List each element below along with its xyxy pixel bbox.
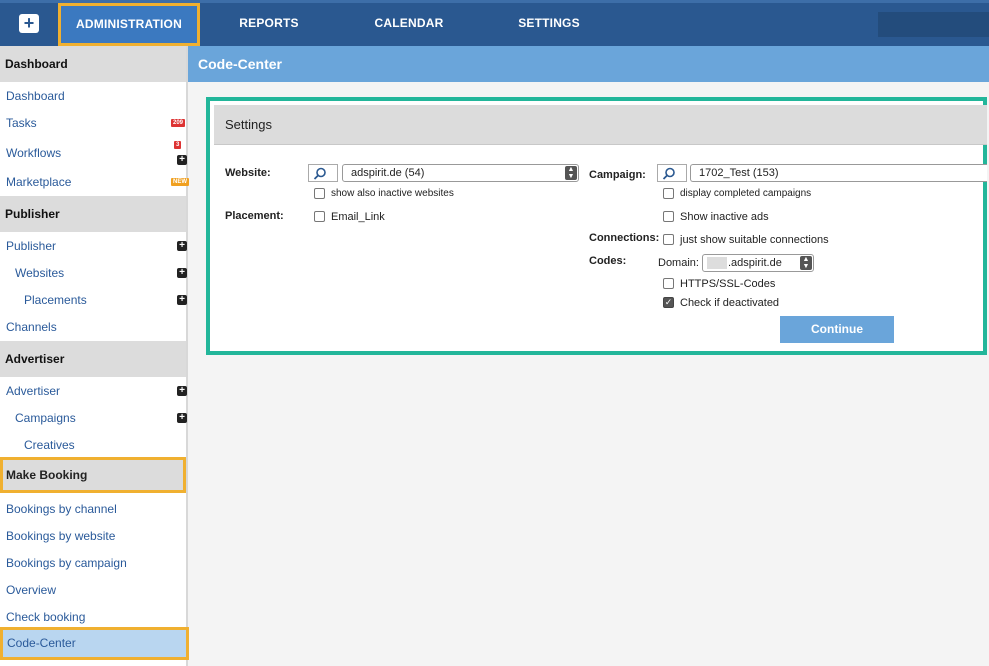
workflows-count-badge: 3: [174, 141, 182, 149]
chevron-updown-icon: ▲ ▼: [800, 256, 812, 270]
sidebar-item-check-booking[interactable]: Check booking: [6, 609, 85, 625]
sidebar-item-overview[interactable]: Overview: [6, 582, 56, 598]
top-navigation-bar: + ADMINISTRATION REPORTS CALENDAR SETTIN…: [0, 0, 989, 46]
nav-reports[interactable]: REPORTS: [222, 3, 316, 46]
show-inactive-websites-checkbox[interactable]: [314, 188, 325, 199]
page-title: Code-Center: [188, 46, 989, 82]
settings-panel-title: Settings: [214, 105, 987, 145]
publisher-expand-icon[interactable]: +: [177, 241, 187, 251]
campaign-select[interactable]: 1702_Test (153): [690, 164, 987, 182]
codes-label: Codes:: [589, 255, 627, 267]
campaign-search-button[interactable]: [657, 164, 687, 182]
check-if-deactivated-checkbox[interactable]: ✓: [663, 297, 674, 308]
marketplace-new-badge: NEW: [171, 178, 189, 186]
sidebar-item-workflows[interactable]: Workflows: [6, 145, 61, 161]
check-if-deactivated-label: Check if deactivated: [680, 297, 780, 309]
campaign-select-value: 1702_Test (153): [699, 167, 779, 179]
placements-expand-icon[interactable]: +: [177, 295, 187, 305]
sidebar-item-code-center[interactable]: Code-Center: [0, 627, 189, 660]
show-inactive-ads-checkbox[interactable]: [663, 211, 674, 222]
domain-select-value: .adspirit.de: [728, 257, 782, 269]
sidebar-section-make-booking: Make Booking: [0, 457, 186, 493]
tasks-count-badge: 209: [171, 119, 186, 127]
email-link-label: Email_Link: [331, 211, 385, 223]
nav-calendar[interactable]: CALENDAR: [360, 3, 458, 46]
placement-label: Placement:: [225, 210, 284, 222]
sidebar-item-bookings-by-website[interactable]: Bookings by website: [6, 528, 115, 544]
sidebar-section-dashboard: Dashboard: [0, 46, 186, 82]
sidebar-item-tasks[interactable]: Tasks: [6, 115, 37, 131]
just-suitable-connections-label: just show suitable connections: [680, 234, 829, 246]
sidebar-item-bookings-by-campaign[interactable]: Bookings by campaign: [6, 555, 127, 571]
sidebar-item-creatives[interactable]: Creatives: [24, 437, 75, 453]
campaigns-expand-icon[interactable]: +: [177, 413, 187, 423]
sidebar-section-advertiser: Advertiser: [0, 341, 186, 377]
continue-button[interactable]: Continue: [780, 316, 894, 343]
https-ssl-codes-checkbox[interactable]: [663, 278, 674, 289]
display-completed-campaigns-label: display completed campaigns: [680, 188, 812, 199]
website-select[interactable]: adspirit.de (54) ▲ ▼: [342, 164, 579, 182]
connections-label: Connections:: [589, 232, 660, 244]
website-select-value: adspirit.de (54): [351, 167, 425, 179]
settings-panel: Settings Website: adspirit.de (54) ▲ ▼ sh…: [206, 97, 987, 355]
workflows-expand-icon[interactable]: +: [177, 155, 187, 165]
nav-administration[interactable]: ADMINISTRATION: [58, 3, 200, 46]
sidebar-section-publisher: Publisher: [0, 196, 186, 232]
nav-settings[interactable]: SETTINGS: [502, 3, 596, 46]
domain-select[interactable]: .adspirit.de ▲ ▼: [702, 254, 814, 272]
website-label: Website:: [225, 167, 271, 179]
search-icon: [313, 167, 326, 180]
top-search-field[interactable]: [878, 12, 989, 37]
show-inactive-ads-label: Show inactive ads: [680, 211, 769, 223]
sidebar-item-channels[interactable]: Channels: [6, 319, 57, 335]
websites-expand-icon[interactable]: +: [177, 268, 187, 278]
sidebar-item-publisher[interactable]: Publisher: [6, 238, 56, 254]
sidebar-item-bookings-by-channel[interactable]: Bookings by channel: [6, 501, 117, 517]
email-link-checkbox[interactable]: [314, 211, 325, 222]
just-suitable-connections-checkbox[interactable]: [663, 234, 674, 245]
sidebar-item-dashboard[interactable]: Dashboard: [6, 88, 65, 104]
advertiser-expand-icon[interactable]: +: [177, 386, 187, 396]
sidebar-item-marketplace[interactable]: Marketplace: [6, 174, 71, 190]
campaign-label: Campaign:: [589, 169, 646, 181]
chevron-updown-icon: ▲ ▼: [565, 166, 577, 180]
sidebar-item-advertiser[interactable]: Advertiser: [6, 383, 60, 399]
sidebar-item-websites[interactable]: Websites: [15, 265, 64, 281]
website-search-button[interactable]: [308, 164, 338, 182]
sidebar-item-placements[interactable]: Placements: [24, 292, 87, 308]
domain-label: Domain:: [658, 257, 699, 269]
sidebar-item-campaigns[interactable]: Campaigns: [15, 410, 76, 426]
https-ssl-codes-label: HTTPS/SSL-Codes: [680, 278, 776, 290]
domain-prefix-redacted: [707, 257, 727, 270]
display-completed-campaigns-checkbox[interactable]: [663, 188, 674, 199]
show-inactive-websites-label: show also inactive websites: [331, 188, 454, 199]
sidebar: Dashboard Dashboard Tasks 209 Workflows …: [0, 46, 189, 666]
search-icon: [662, 167, 675, 180]
add-new-icon[interactable]: +: [19, 14, 39, 33]
